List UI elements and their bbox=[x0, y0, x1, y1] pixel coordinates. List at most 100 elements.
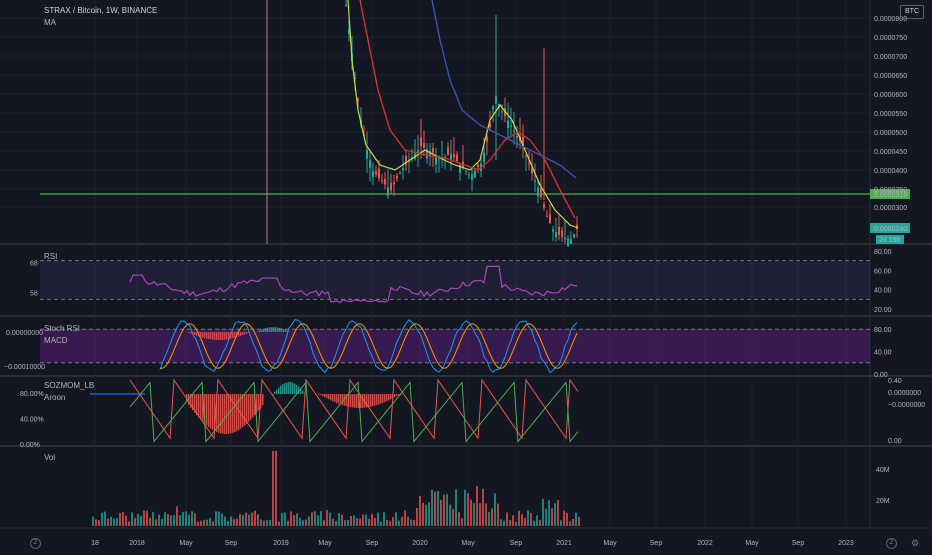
rsi-label[interactable]: RSI bbox=[44, 252, 57, 261]
macd-hist-bar bbox=[228, 332, 230, 339]
soz-bar bbox=[198, 394, 200, 418]
soz-bar bbox=[238, 394, 240, 430]
vol-label[interactable]: Vol bbox=[44, 453, 55, 462]
volume-bar bbox=[101, 513, 103, 526]
soz-bar bbox=[368, 394, 370, 407]
volume-bar bbox=[482, 489, 484, 526]
volume-bar bbox=[275, 451, 277, 526]
volume-bar bbox=[437, 491, 439, 526]
macd-hist-bar bbox=[261, 329, 263, 332]
candle-body bbox=[465, 171, 467, 172]
volume-bar bbox=[494, 493, 496, 526]
soz-axis-label: 0.40 bbox=[888, 378, 902, 385]
volume-bar bbox=[257, 514, 259, 526]
volume-bar bbox=[371, 514, 373, 526]
macd-hist-bar bbox=[244, 332, 246, 334]
time-axis-label: 18 bbox=[91, 540, 99, 547]
macd-hist-bar bbox=[220, 332, 222, 340]
volume-bar bbox=[413, 520, 415, 526]
soz-label[interactable]: SOZMOM_LB bbox=[44, 381, 94, 390]
volume-bar bbox=[380, 521, 382, 526]
aroon-label[interactable]: Aroon bbox=[44, 393, 65, 402]
time-axis-label: Sep bbox=[225, 540, 238, 547]
candle-body bbox=[546, 216, 548, 217]
volume-bar bbox=[512, 515, 514, 526]
time-axis-label: 2023 bbox=[838, 540, 854, 547]
volume-bar bbox=[92, 517, 94, 526]
soz-bar bbox=[258, 394, 260, 410]
volume-bar bbox=[359, 519, 361, 526]
volume-bar bbox=[128, 522, 130, 526]
volume-bar bbox=[203, 520, 205, 526]
volume-bar bbox=[506, 512, 508, 526]
currency-badge[interactable]: BTC bbox=[900, 5, 924, 19]
macd-hist-bar bbox=[285, 330, 287, 332]
time-axis-label: 2021 bbox=[556, 540, 572, 547]
macd-label[interactable]: MACD bbox=[44, 336, 68, 345]
soz-bar bbox=[222, 394, 224, 434]
volume-bar bbox=[530, 513, 532, 526]
aroon-left-value: 0.00% bbox=[20, 442, 40, 449]
volume-bar bbox=[233, 519, 235, 526]
volume-bar bbox=[353, 515, 355, 526]
stoch-label[interactable]: Stoch RSI bbox=[44, 324, 80, 333]
volume-bar bbox=[377, 513, 379, 526]
settings-gear-icon[interactable]: ⚙ bbox=[911, 538, 921, 548]
macd-hist-bar bbox=[212, 332, 214, 340]
timezone-button-left[interactable]: Z bbox=[30, 538, 41, 549]
candle-body bbox=[549, 214, 551, 223]
symbol-title[interactable]: STRAX / Bitcoin, 1W, BINANCE bbox=[44, 6, 157, 15]
macd-hist-bar bbox=[267, 328, 269, 332]
volume-bar bbox=[125, 516, 127, 526]
volume-bar bbox=[164, 512, 166, 526]
volume-bar bbox=[467, 493, 469, 526]
volume-bar bbox=[263, 521, 265, 526]
soz-bar bbox=[206, 394, 208, 426]
volume-bar bbox=[368, 519, 370, 526]
volume-bar bbox=[302, 520, 304, 526]
macd-hist-bar bbox=[279, 328, 281, 332]
soz-axis-label: 0.00 bbox=[888, 438, 902, 445]
volume-bar bbox=[389, 521, 391, 526]
volume-bar bbox=[347, 520, 349, 526]
volume-bar bbox=[485, 504, 487, 526]
volume-bar bbox=[284, 513, 286, 526]
rsi-left-value: 58 bbox=[30, 291, 38, 298]
volume-bar bbox=[524, 518, 526, 526]
volume-bar bbox=[323, 520, 325, 526]
time-axis-label: 2020 bbox=[412, 540, 428, 547]
candle-body bbox=[516, 136, 518, 138]
candle-body bbox=[567, 238, 569, 246]
timezone-button-right[interactable]: Z bbox=[886, 538, 897, 549]
volume-bar bbox=[278, 522, 280, 526]
candle-body bbox=[570, 239, 572, 244]
candle-body bbox=[510, 125, 512, 126]
volume-bar bbox=[122, 512, 124, 526]
volume-bar bbox=[341, 515, 343, 526]
soz-bar bbox=[212, 394, 214, 430]
time-axis-label: Sep bbox=[792, 540, 805, 547]
volume-bar bbox=[545, 509, 547, 526]
volume-bar bbox=[227, 521, 229, 526]
volume-bar bbox=[362, 515, 364, 526]
indicator-ma-label[interactable]: MA bbox=[44, 18, 56, 27]
volume-bar bbox=[398, 521, 400, 526]
macd-hist-bar bbox=[234, 332, 236, 338]
candle-body bbox=[345, 5, 347, 6]
soz-bar bbox=[226, 394, 228, 434]
volume-bar bbox=[161, 519, 163, 526]
volume-bar bbox=[338, 513, 340, 526]
candle-body bbox=[492, 107, 494, 110]
soz-bar bbox=[388, 394, 390, 400]
volume-bar bbox=[446, 494, 448, 526]
volume-bar bbox=[419, 496, 421, 526]
soz-bar bbox=[362, 394, 364, 408]
soz-bar bbox=[286, 382, 288, 394]
soz-bar bbox=[328, 394, 330, 399]
rsi-axis-label: 20.00 bbox=[874, 307, 892, 314]
soz-bar bbox=[284, 383, 286, 394]
candle-body bbox=[387, 187, 389, 195]
volume-bar bbox=[131, 513, 133, 526]
macd-hist-bar bbox=[190, 332, 192, 334]
soz-bar bbox=[342, 394, 344, 405]
